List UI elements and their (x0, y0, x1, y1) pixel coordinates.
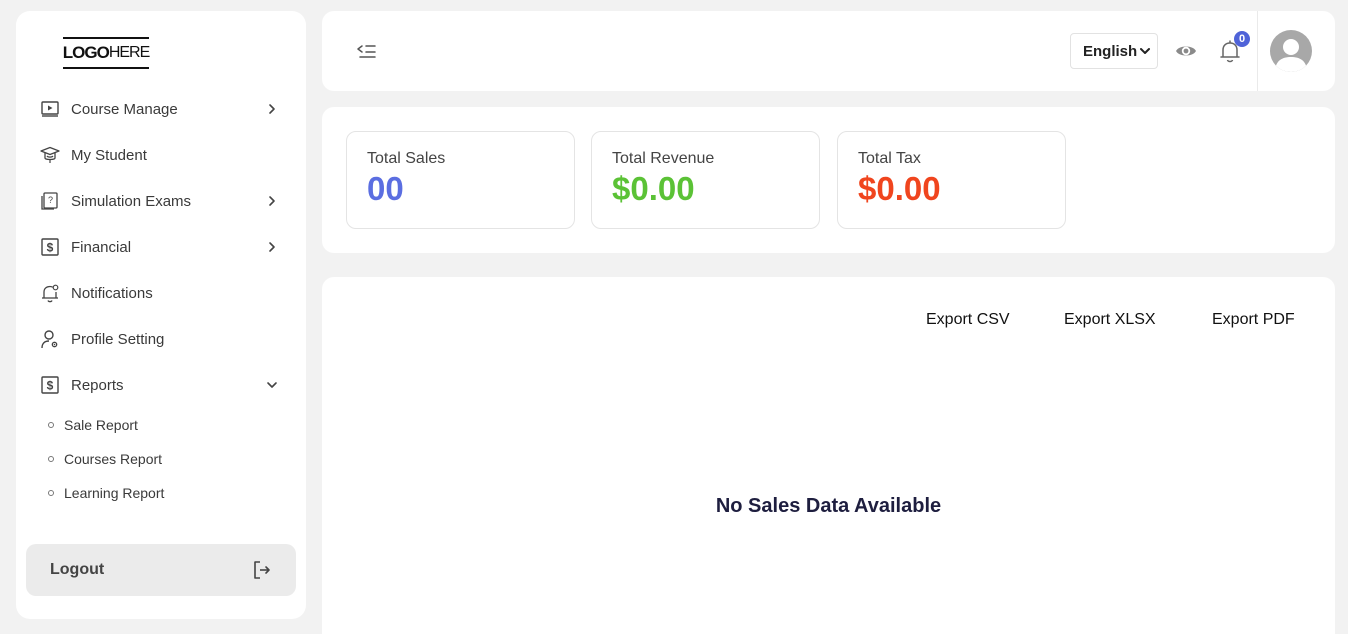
user-gear-icon (40, 329, 60, 349)
sidebar-subitem-courses-report[interactable]: Courses Report (48, 442, 306, 476)
sidebar-nav: Course Manage My Student ? Simulation Ex… (16, 86, 306, 510)
sidebar-item-financial[interactable]: $ Financial (16, 224, 306, 270)
logo[interactable]: LOGO HERE (62, 37, 150, 69)
eye-icon[interactable] (1174, 40, 1198, 62)
export-xlsx-button[interactable]: Export XLSX (1064, 311, 1156, 329)
avatar[interactable] (1270, 30, 1312, 72)
svg-text:$: $ (47, 241, 54, 255)
export-pdf-button[interactable]: Export PDF (1212, 311, 1295, 329)
sidebar: LOGO HERE Course Manage My Student ? Simu… (16, 11, 306, 619)
logo-thin-text: HERE (108, 44, 150, 61)
collapse-menu-icon[interactable] (356, 40, 378, 62)
language-select-value: English (1083, 42, 1138, 60)
language-select[interactable]: English (1070, 33, 1158, 69)
question-sheet-icon: ? (40, 191, 60, 211)
empty-state-message: No Sales Data Available (715, 495, 942, 517)
sidebar-item-course-manage[interactable]: Course Manage (16, 86, 306, 132)
bell-icon (40, 283, 60, 303)
sidebar-item-notifications[interactable]: Notifications (16, 270, 306, 316)
sidebar-item-my-student[interactable]: My Student (16, 132, 306, 178)
sidebar-item-reports[interactable]: $ Reports (16, 362, 306, 408)
sidebar-subitem-learning-report[interactable]: Learning Report (48, 476, 306, 510)
reports-submenu: Sale Report Courses Report Learning Repo… (16, 408, 306, 510)
top-bar: English 0 (322, 11, 1335, 91)
dollar-box-icon: $ (40, 375, 60, 395)
chevron-right-icon (269, 242, 275, 252)
sidebar-item-label: Profile Setting (71, 330, 165, 348)
sidebar-item-label: Notifications (71, 284, 153, 302)
sidebar-item-label: Financial (71, 238, 132, 256)
stat-title: Total Revenue (612, 150, 715, 167)
stats-panel: Total Sales 00 Total Revenue $0.00 Total… (322, 107, 1335, 253)
chevron-right-icon (269, 104, 275, 114)
bullet-icon (48, 490, 54, 496)
header-divider (1257, 11, 1258, 91)
bullet-icon (48, 422, 54, 428)
dollar-box-icon: $ (40, 237, 60, 257)
stat-title: Total Sales (367, 150, 446, 167)
logout-button[interactable]: Logout (26, 544, 296, 596)
chevron-down-icon (1140, 48, 1150, 54)
svg-text:?: ? (48, 195, 53, 205)
video-icon (40, 99, 60, 119)
logout-label: Logout (50, 561, 105, 578)
export-csv-button[interactable]: Export CSV (926, 311, 1010, 329)
stat-card-total-sales: Total Sales 00 (346, 131, 575, 229)
sidebar-subitem-label: Courses Report (64, 451, 163, 467)
sales-report-panel: Export CSV Export XLSX Export PDF No Sal… (322, 277, 1335, 634)
bullet-icon (48, 456, 54, 462)
sidebar-subitem-label: Sale Report (64, 417, 138, 433)
user-avatar-icon (1275, 39, 1307, 72)
sidebar-item-label: Course Manage (71, 100, 178, 118)
stat-value: $0.00 (858, 170, 941, 207)
stat-value: 00 (367, 170, 404, 207)
stat-card-total-tax: Total Tax $0.00 (837, 131, 1066, 229)
chevron-right-icon (269, 196, 275, 206)
stat-card-total-revenue: Total Revenue $0.00 (591, 131, 820, 229)
sidebar-item-simulation-exams[interactable]: ? Simulation Exams (16, 178, 306, 224)
sidebar-subitem-sale-report[interactable]: Sale Report (48, 408, 306, 442)
logout-icon (254, 561, 270, 579)
sidebar-subitem-label: Learning Report (64, 485, 165, 501)
sidebar-item-label: My Student (71, 146, 147, 164)
logo-bold-text: LOGO (62, 43, 110, 62)
chevron-down-icon (267, 382, 277, 388)
sidebar-item-label: Simulation Exams (71, 192, 192, 210)
notification-count-badge: 0 (1234, 31, 1250, 47)
sidebar-item-profile-setting[interactable]: Profile Setting (16, 316, 306, 362)
graduation-cap-icon (40, 145, 60, 165)
svg-text:$: $ (47, 379, 54, 393)
stat-title: Total Tax (858, 150, 921, 167)
stat-value: $0.00 (612, 170, 695, 207)
sidebar-item-label: Reports (71, 376, 124, 394)
